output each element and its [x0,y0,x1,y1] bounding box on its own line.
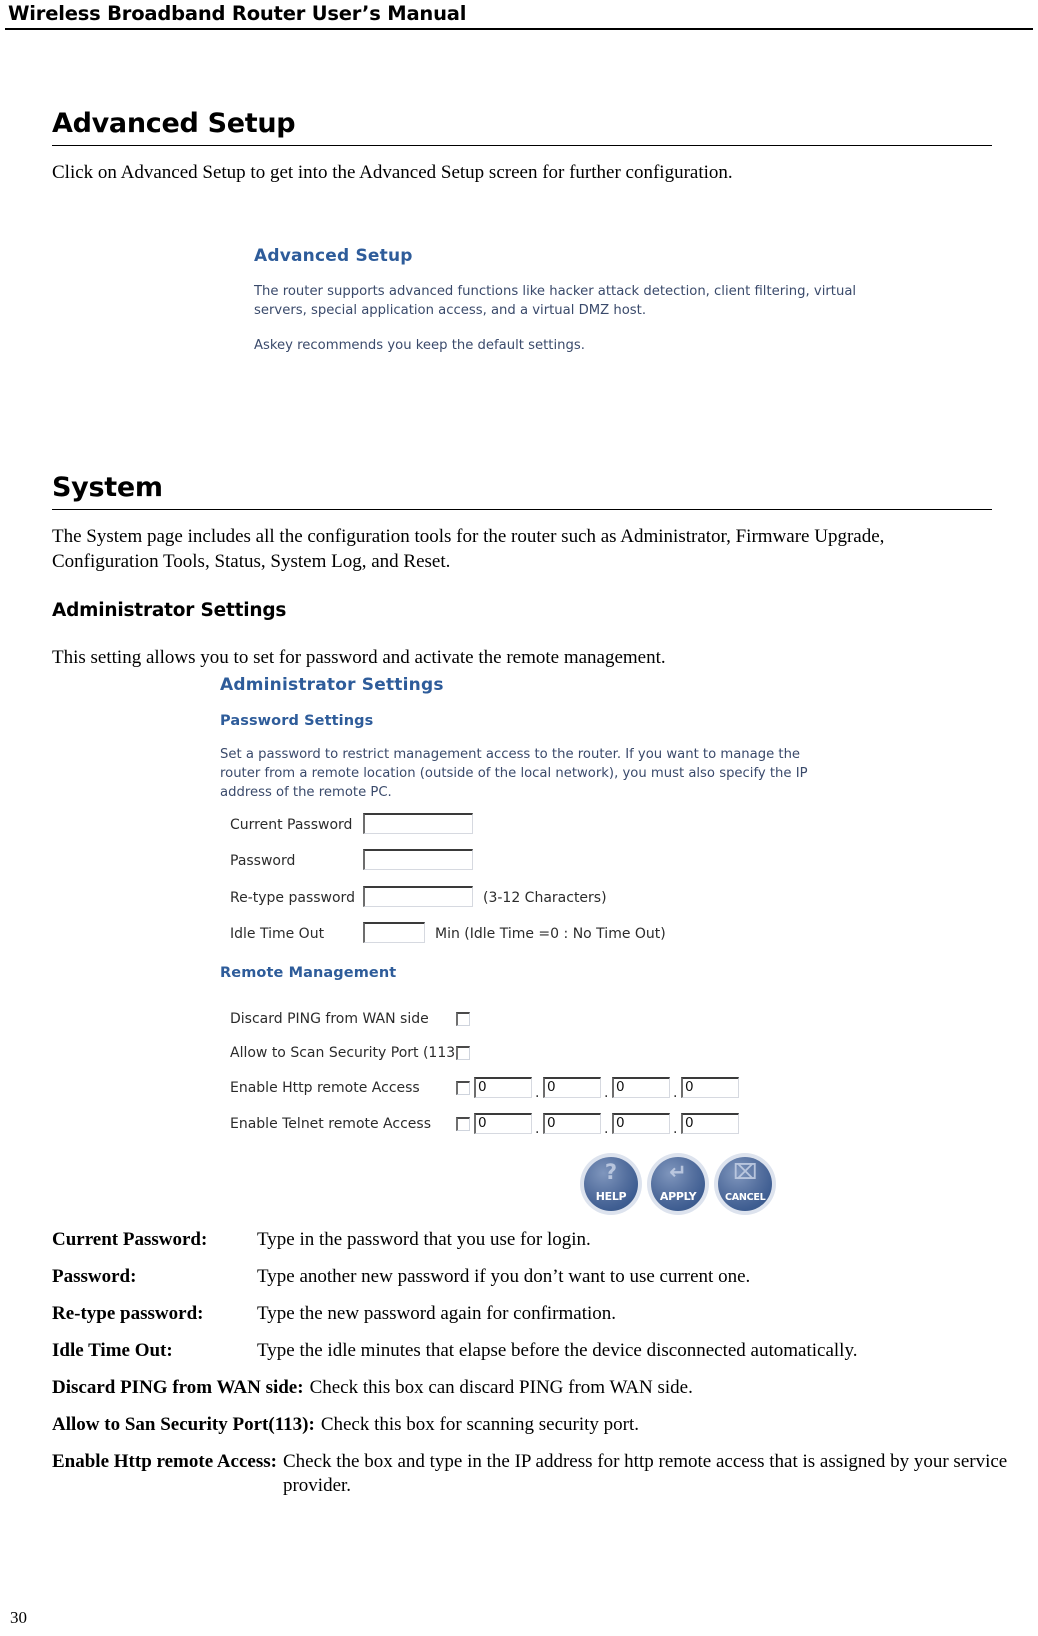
current-password-label: Current Password [230,817,353,833]
screenshot-paragraph-advanced-setup: The router supports advanced functions l… [254,284,857,318]
apply-button-label: APPLY [659,1190,697,1203]
definition-description: Type in the password that you use for lo… [257,1229,591,1250]
telnet-ip-octet-4[interactable]: 0 [681,1113,739,1134]
password-input[interactable] [363,849,473,870]
apply-icon: ↵ [669,1160,687,1184]
remote-management-heading: Remote Management [220,965,397,981]
http-remote-access-label: Enable Http remote Access [230,1080,420,1096]
definition-term: Enable Http remote Access: [52,1451,277,1472]
system-intro: The System page includes all the configu… [52,526,885,572]
scan-security-port-label: Allow to Scan Security Port (113) [230,1045,461,1061]
definition-term: Idle Time Out: [52,1340,173,1361]
apply-button[interactable]: ↵ APPLY [651,1157,706,1211]
cancel-icon: ⌧ [733,1160,758,1184]
definition-row: Re-type password: Type the new password … [52,1302,1012,1326]
idle-timeout-input[interactable] [363,922,425,943]
definition-row: Enable Http remote Access: Check the box… [52,1450,1012,1498]
retype-password-input[interactable] [363,886,473,907]
help-button[interactable]: ? HELP [584,1157,638,1211]
password-settings-heading: Password Settings [220,713,374,729]
screenshot-title-administrator-settings: Administrator Settings [220,675,444,695]
telnet-ip-separator-3: . [673,1121,678,1137]
retype-password-note: (3-12 Characters) [483,890,607,906]
scan-security-port-checkbox[interactable] [456,1046,470,1060]
telnet-ip-octet-2[interactable]: 0 [543,1113,601,1134]
discard-ping-label: Discard PING from WAN side [230,1011,429,1027]
password-label: Password [230,853,296,869]
advanced-setup-intro: Click on Advanced Setup to get into the … [52,162,733,183]
definition-term: Re-type password: [52,1303,204,1324]
system-rule [52,509,992,510]
definition-term: Discard PING from WAN side: [52,1377,304,1398]
discard-ping-checkbox[interactable] [456,1012,470,1026]
help-icon: ? [604,1160,618,1184]
advanced-setup-section: Advanced Setup Click on Advanced Setup t… [52,108,992,185]
http-ip-separator-3: . [673,1085,678,1101]
advanced-setup-rule [52,145,992,146]
http-ip-octet-4[interactable]: 0 [681,1077,739,1098]
password-settings-description: Set a password to restrict management ac… [220,747,808,800]
idle-timeout-note: Min (Idle Time =0 : No Time Out) [435,926,666,942]
administrator-settings-intro: This setting allows you to set for passw… [52,647,666,668]
definition-description: Check the box and type in the IP address… [282,1451,1008,1496]
administrator-settings-block: Administrator Settings This setting allo… [52,600,992,670]
page-number: 30 [10,1608,27,1627]
current-password-input[interactable] [363,813,473,834]
definition-row: Allow to San Security Port(113): Check t… [52,1413,1012,1437]
telnet-ip-octet-1[interactable]: 0 [474,1113,532,1134]
definition-description: Type the new password again for confirma… [257,1303,617,1324]
administrator-settings-subheading: Administrator Settings [52,600,287,621]
advanced-setup-heading: Advanced Setup [52,108,296,139]
definition-row: Current Password: Type in the password t… [52,1228,1012,1252]
definition-row: Idle Time Out: Type the idle minutes tha… [52,1339,1012,1363]
http-ip-octet-1[interactable]: 0 [474,1077,532,1098]
definition-row: Password: Type another new password if y… [52,1265,1012,1289]
http-ip-octet-2[interactable]: 0 [543,1077,601,1098]
http-ip-octet-3[interactable]: 0 [612,1077,670,1098]
telnet-remote-access-label: Enable Telnet remote Access [230,1116,431,1132]
administrator-settings-screenshot: Administrator Settings Password Settings… [218,675,818,1220]
retype-password-label: Re-type password [230,890,355,906]
system-heading: System [52,472,163,503]
telnet-ip-separator-2: . [604,1121,609,1137]
definition-row: Discard PING from WAN side: Check this b… [52,1376,1012,1400]
advanced-setup-screenshot: Advanced Setup The router supports advan… [232,238,912,378]
help-button-label: HELP [595,1190,627,1203]
manual-title: Wireless Broadband Router User’s Manual [8,2,467,25]
field-definitions-list: Current Password: Type in the password t… [52,1228,1012,1511]
definition-term: Current Password: [52,1229,208,1250]
definition-term: Allow to San Security Port(113): [52,1414,315,1435]
screenshot-button-bar: ? HELP ↵ APPLY ⌧ CANCEL [584,1157,773,1215]
definition-description: Check this box for scanning security por… [320,1414,639,1435]
cancel-button[interactable]: ⌧ CANCEL [718,1157,773,1211]
system-section: System The System page includes all the … [52,472,992,574]
cancel-button-label: CANCEL [724,1192,766,1203]
http-ip-separator-2: . [604,1085,609,1101]
header-divider [5,28,1033,30]
definition-description: Type the idle minutes that elapse before… [257,1340,858,1361]
definition-description: Type another new password if you don’t w… [257,1266,751,1287]
idle-timeout-label: Idle Time Out [230,926,325,942]
definition-term: Password: [52,1266,137,1287]
http-remote-access-checkbox[interactable] [456,1081,470,1095]
telnet-ip-separator-1: . [535,1121,540,1137]
telnet-ip-octet-3[interactable]: 0 [612,1113,670,1134]
http-ip-separator-1: . [535,1085,540,1101]
definition-description: Check this box can discard PING from WAN… [309,1377,693,1398]
screenshot-title-advanced-setup: Advanced Setup [254,246,413,266]
screenshot-recommendation-advanced-setup: Askey recommends you keep the default se… [254,338,585,353]
telnet-remote-access-checkbox[interactable] [456,1117,470,1131]
